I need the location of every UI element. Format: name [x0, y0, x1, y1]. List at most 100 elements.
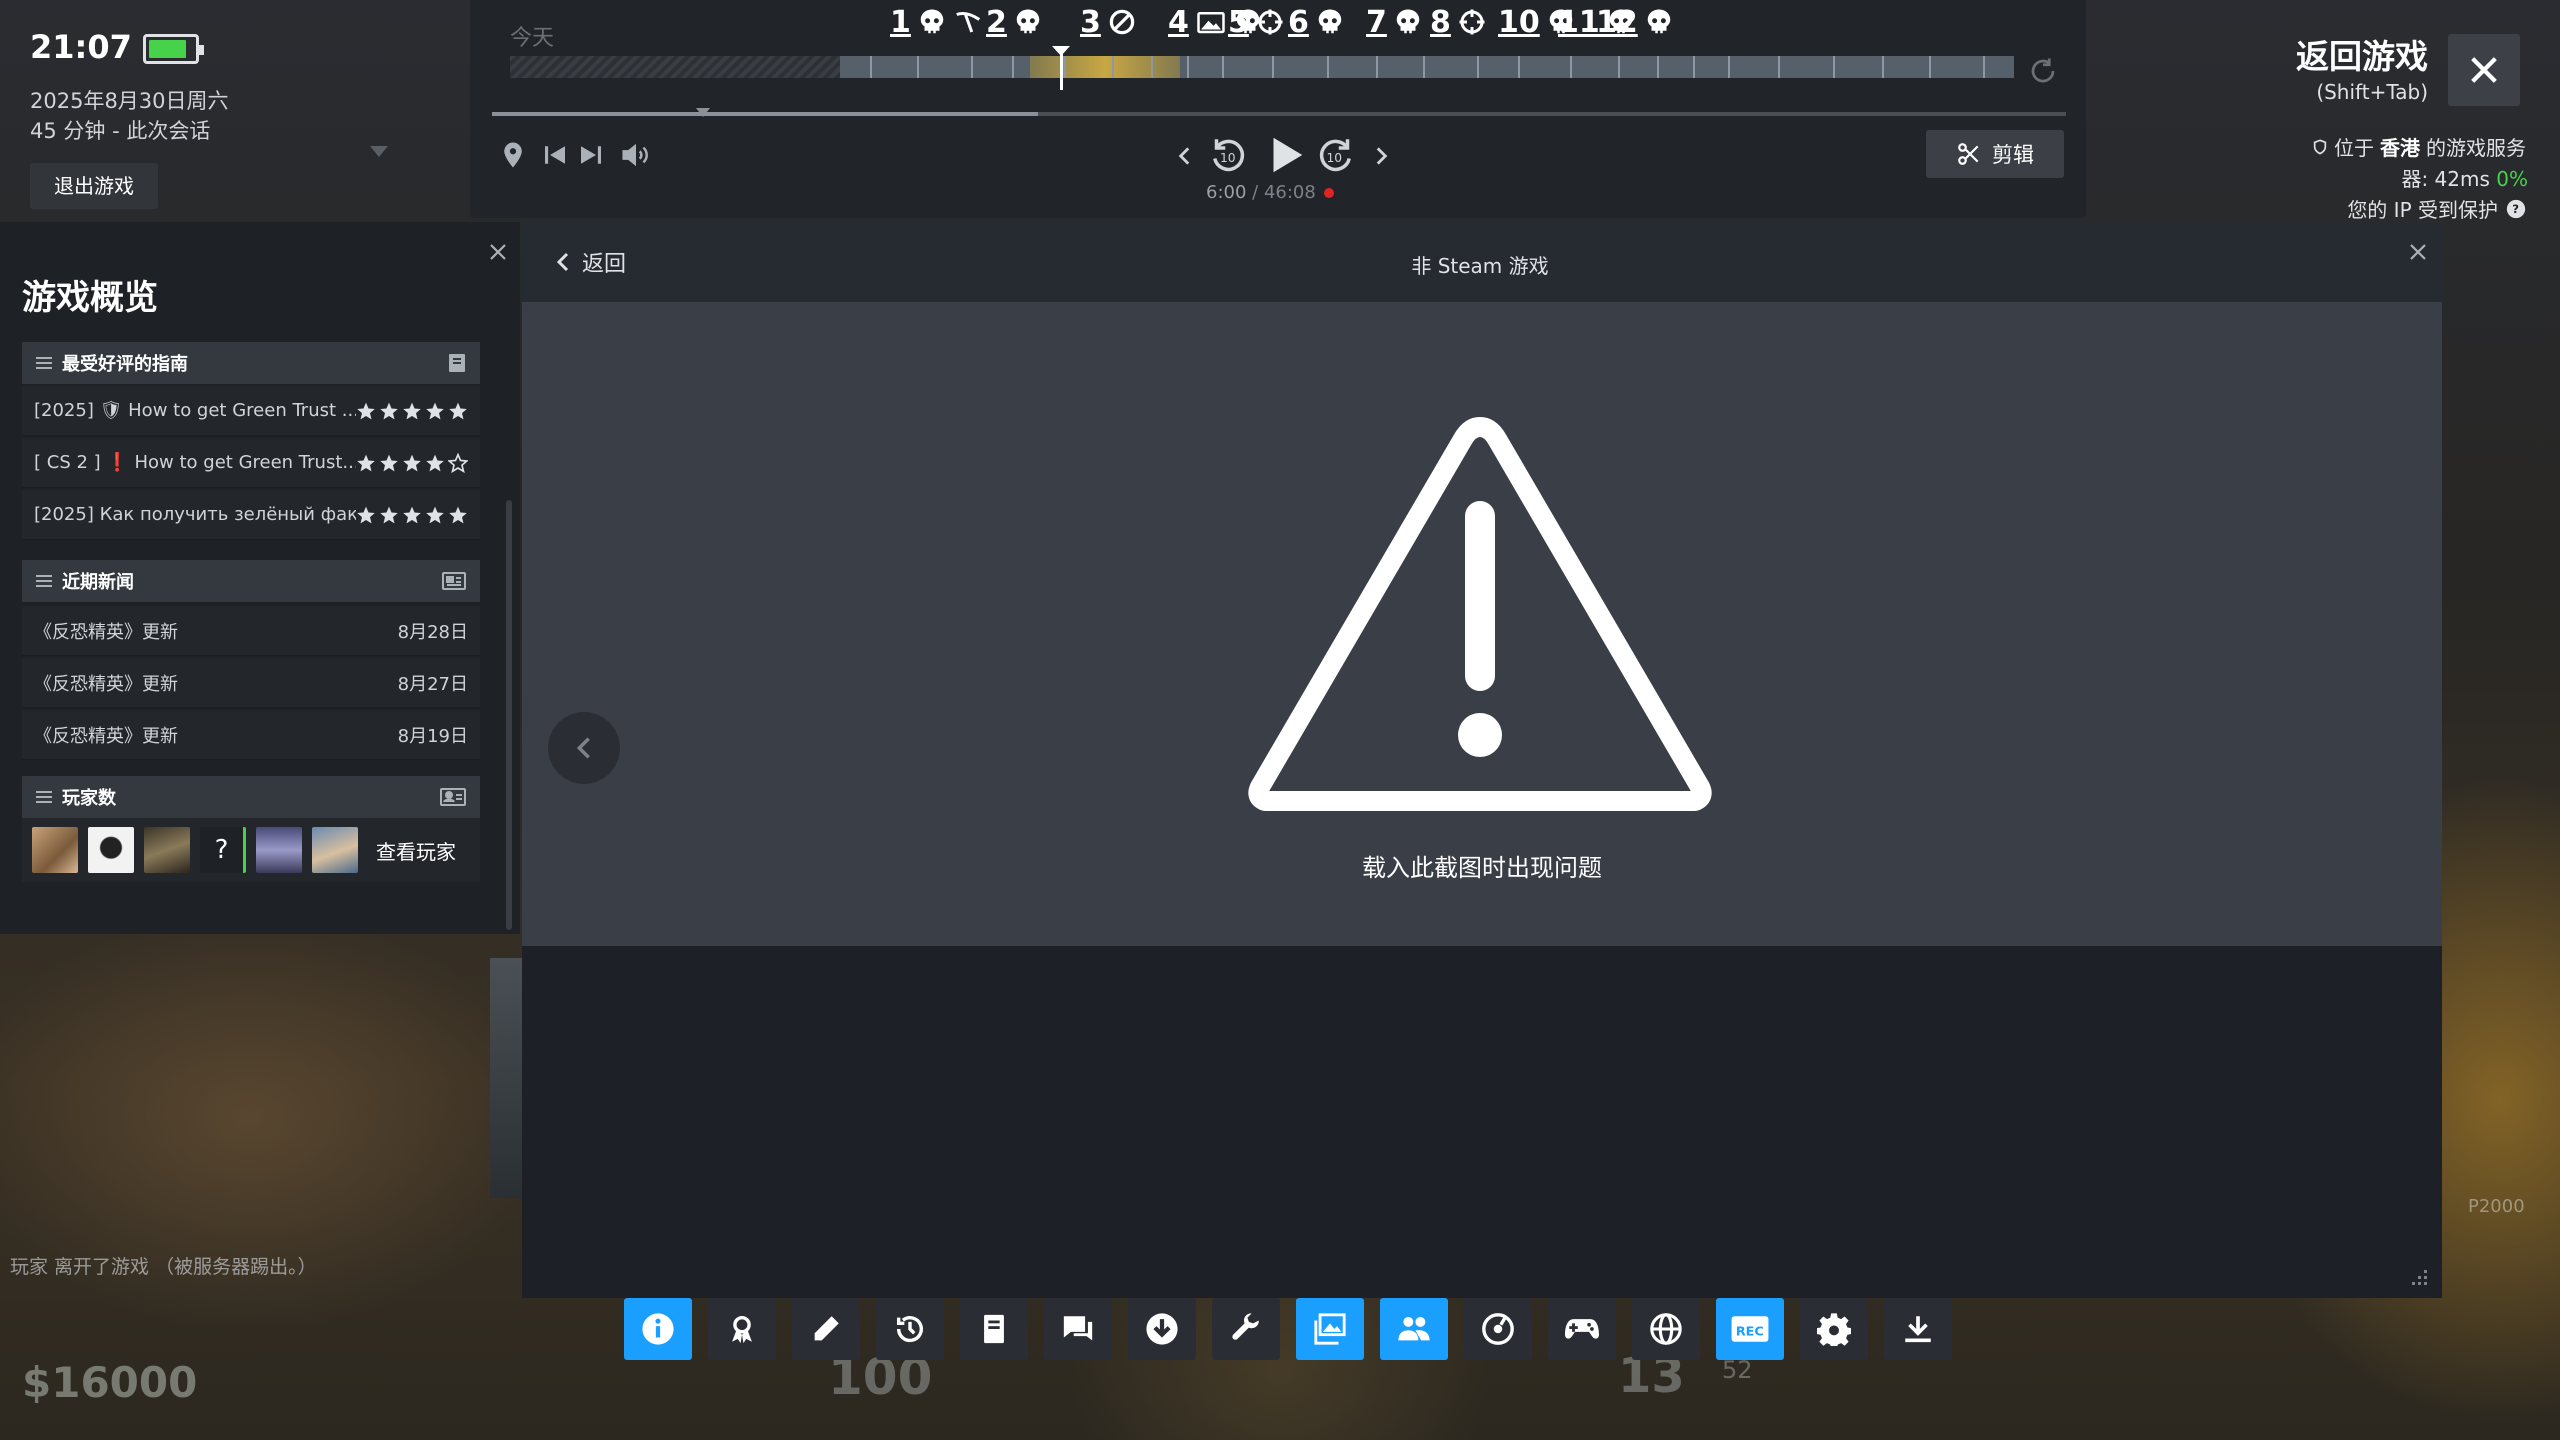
event-tick [1376, 56, 1378, 78]
timeline-event[interactable]: 5 [1228, 2, 1291, 42]
event-number: 1 [890, 4, 911, 40]
avatar[interactable] [144, 827, 190, 873]
play-icon[interactable] [1262, 132, 1308, 178]
panel-scrollbar[interactable] [506, 500, 512, 930]
news-item[interactable]: 《反恐精英》更新 8月28日 [22, 606, 480, 656]
return-to-game-title[interactable]: 返回游戏 [2296, 30, 2428, 78]
skip-back-icon[interactable] [540, 140, 570, 170]
controller-button[interactable] [1548, 1298, 1616, 1360]
news-item[interactable]: 《反恐精英》更新 8月27日 [22, 658, 480, 708]
friends-button[interactable] [1380, 1298, 1448, 1360]
players-row: ? 查看玩家 [22, 818, 480, 882]
news-section-header[interactable]: 近期新闻 [22, 560, 480, 602]
event-tick [1983, 56, 1985, 78]
event-tick [1327, 56, 1329, 78]
controller-icon [1563, 1312, 1601, 1346]
recording-icon: REC [1730, 1312, 1770, 1346]
rewind-10-icon[interactable]: 10 [1206, 134, 1248, 176]
settings-wrench-icon [1229, 1312, 1263, 1346]
music-button[interactable] [1464, 1298, 1532, 1360]
guide-item[interactable]: [2025] Как получить зелёный фак... [22, 490, 480, 540]
see-players-link[interactable]: 查看玩家 [376, 836, 456, 865]
timeline-event[interactable]: 7 [1366, 2, 1429, 42]
event-tick [1112, 56, 1114, 78]
guides-button[interactable] [960, 1298, 1028, 1360]
gear-button[interactable] [1800, 1298, 1868, 1360]
minimize-button[interactable] [1884, 1298, 1952, 1360]
guides-section-header[interactable]: 最受好评的指南 [22, 342, 480, 384]
timeline-track[interactable] [510, 56, 2014, 78]
avatar[interactable] [256, 827, 302, 873]
clip-button[interactable]: 剪辑 [1926, 130, 2064, 178]
guide-item[interactable]: [2025] 🛡 How to get Green Trust ... [22, 386, 480, 436]
exit-game-button[interactable]: 退出游戏 [30, 163, 158, 209]
timeline-event[interactable]: 8 [1430, 2, 1493, 42]
news-title: 《反恐精英》更新 [34, 673, 178, 695]
forward-10-icon[interactable]: 10 [1316, 134, 1358, 176]
drag-handle-icon[interactable] [36, 574, 52, 588]
volume-icon[interactable] [620, 140, 652, 170]
event-tick [1929, 56, 1931, 78]
screenshots-button[interactable] [1296, 1298, 1364, 1360]
crosshair-icon [1255, 7, 1285, 37]
downloads-button[interactable] [1128, 1298, 1196, 1360]
info-icon [641, 1312, 675, 1346]
back-button[interactable]: 返回 [554, 246, 626, 278]
prev-event-icon[interactable] [1172, 142, 1198, 170]
resize-handle-icon[interactable] [2410, 1268, 2430, 1288]
achievements-button[interactable] [708, 1298, 776, 1360]
avatar[interactable] [32, 827, 78, 873]
timeline-playhead[interactable] [1052, 46, 1070, 90]
next-event-icon[interactable] [1368, 142, 1394, 170]
chat-icon [1061, 1312, 1095, 1346]
highlight-segment [1030, 56, 1180, 78]
close-panel-button[interactable] [486, 240, 510, 264]
news-date: 8月27日 [397, 673, 468, 695]
browser-button[interactable] [1632, 1298, 1700, 1360]
close-modal-button[interactable] [2406, 240, 2430, 264]
drag-handle-icon[interactable] [36, 356, 52, 370]
timeline-event[interactable]: 3 [1080, 2, 1143, 42]
close-overlay-button[interactable] [2448, 34, 2520, 106]
shield-icon [2312, 138, 2328, 156]
recording-button[interactable]: REC [1716, 1298, 1784, 1360]
chat-button[interactable] [1044, 1298, 1112, 1360]
timeline-zoom-bar[interactable] [492, 112, 2066, 116]
recent-button[interactable] [876, 1298, 944, 1360]
guide-item[interactable]: [ CS 2 ] ❗ How to get Green Trust... [22, 438, 480, 488]
screenshot-thumbnail[interactable] [490, 958, 522, 1198]
skip-forward-icon[interactable] [576, 140, 606, 170]
timeline-event[interactable]: 6 [1288, 2, 1351, 42]
server-location: 位于 香港 的游戏服务 [2312, 132, 2526, 161]
settings-wrench-button[interactable] [1212, 1298, 1280, 1360]
hud-ammo-reserve: 52 [1722, 1356, 1753, 1384]
dropdown-arrow-icon[interactable] [370, 146, 388, 157]
previous-screenshot-button[interactable] [548, 712, 620, 784]
event-number: 8 [1430, 4, 1451, 40]
timeline-event[interactable]: 2 [986, 2, 1049, 42]
skull-icon [1315, 7, 1345, 37]
marker-icon[interactable] [498, 140, 528, 170]
notes-button[interactable] [792, 1298, 860, 1360]
players-section-header[interactable]: 玩家数 [22, 776, 480, 818]
event-tick [1693, 56, 1695, 78]
star-filled-icon [356, 401, 376, 421]
avatar[interactable] [88, 827, 134, 873]
timeline-zoom-handle[interactable] [696, 108, 710, 117]
avatar[interactable] [312, 827, 358, 873]
clip-label: 剪辑 [1992, 143, 2034, 167]
refresh-icon[interactable] [2028, 56, 2058, 86]
timeline-event[interactable]: 12 [1596, 2, 1680, 42]
close-icon [2410, 244, 2426, 260]
screenshots-icon [1312, 1312, 1348, 1346]
star-filled-icon [448, 505, 468, 525]
friends-icon [1396, 1312, 1432, 1346]
star-filled-icon [402, 401, 422, 421]
game-chat-message: 玩家 离开了游戏 （被服务器踢出。） [10, 1256, 317, 1278]
info-button[interactable] [624, 1298, 692, 1360]
drag-handle-icon[interactable] [36, 790, 52, 804]
timeline-event[interactable]: 1 [890, 2, 989, 42]
news-item[interactable]: 《反恐精英》更新 8月19日 [22, 710, 480, 760]
avatar[interactable]: ? [200, 827, 246, 873]
help-icon[interactable]: ? [2506, 199, 2526, 219]
